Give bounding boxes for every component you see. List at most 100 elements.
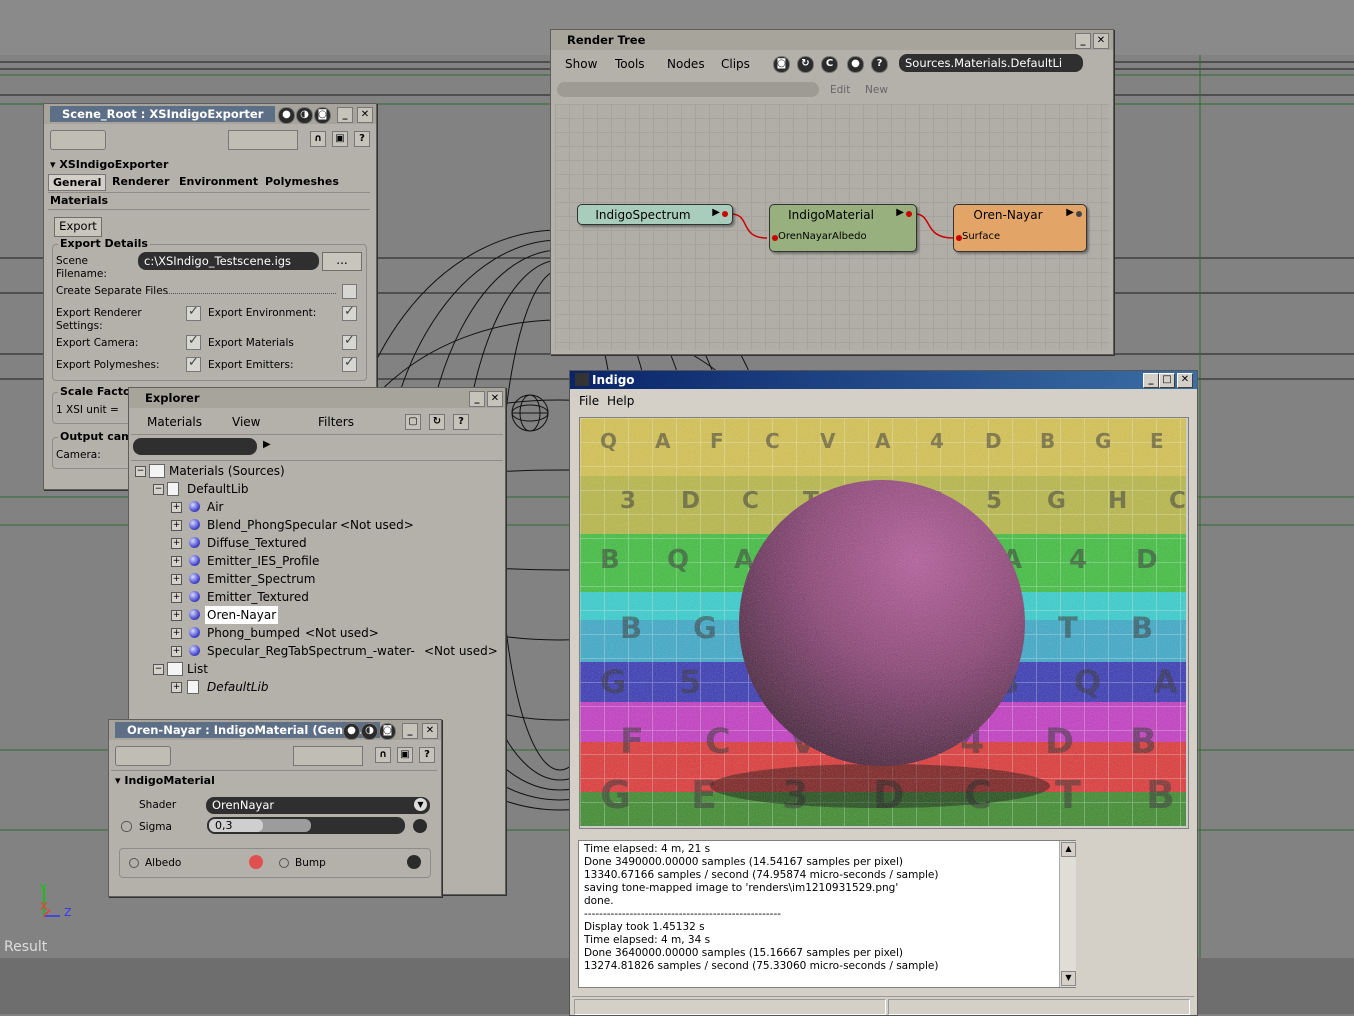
export-camera-checkbox[interactable] (186, 333, 201, 350)
render-tree-path-dropdown[interactable]: Sources.Materials.DefaultLi (899, 54, 1083, 72)
chevron-down-icon[interactable]: ▼ (414, 798, 427, 811)
lock-icon[interactable]: ◙ (314, 107, 331, 124)
scroll-up-arrow-icon[interactable]: ▲ (1061, 842, 1076, 857)
connect-icon[interactable] (407, 855, 421, 869)
output-port[interactable] (906, 211, 912, 217)
expand-icon[interactable]: + (171, 556, 182, 567)
tab-environment[interactable]: Environment (179, 175, 258, 188)
menu-file[interactable]: File (579, 394, 599, 408)
expand-icon[interactable]: + (171, 520, 182, 531)
animation-status-icon[interactable] (121, 821, 132, 832)
refresh-icon[interactable]: ↻ (797, 56, 814, 73)
menu-materials[interactable]: Materials (147, 415, 202, 429)
node-indigomaterial[interactable]: IndigoMaterial ▶ OrenNayarAlbedo (769, 204, 917, 252)
animation-status-icon[interactable] (279, 858, 289, 868)
recycle-icon[interactable]: ● (343, 723, 360, 740)
export-environment-checkbox[interactable] (342, 304, 357, 321)
browse-button[interactable]: ... (322, 252, 362, 271)
load-save-preset[interactable] (228, 130, 298, 150)
scene-filename-input[interactable]: c:\XSIndigo_Testscene.igs (138, 252, 319, 270)
menu-nodes[interactable]: Nodes (667, 57, 705, 71)
render-log-textarea[interactable]: Time elapsed: 4 m, 21 s Done 3490000.0000… (578, 840, 1076, 988)
node-graph-canvas[interactable]: IndigoSpectrum ▶ IndigoMaterial ▶ OrenNa… (555, 104, 1109, 350)
sigma-value[interactable]: 0,3 (209, 819, 263, 832)
help-icon[interactable]: ? (354, 131, 370, 147)
output-port[interactable] (1076, 211, 1082, 217)
close-button[interactable]: ✕ (357, 107, 373, 123)
collapse-icon[interactable]: − (153, 484, 164, 495)
history-nav[interactable] (50, 130, 106, 150)
expand-icon[interactable]: + (171, 502, 182, 513)
clear-icon[interactable]: C (821, 56, 838, 73)
load-save-preset[interactable] (293, 746, 363, 766)
render-icon[interactable]: ◑ (361, 723, 378, 740)
collapse-icon[interactable]: − (153, 664, 164, 675)
indigo-material-section-header[interactable]: ▾ IndigoMaterial (115, 774, 215, 787)
expand-icon[interactable]: + (171, 538, 182, 549)
menu-help[interactable]: Help (607, 394, 634, 408)
tab-renderer[interactable]: Renderer (112, 175, 169, 188)
lock-icon[interactable]: ◙ (379, 723, 396, 740)
presets-icon[interactable]: ▣ (397, 747, 413, 763)
edit-button[interactable]: Edit (830, 84, 850, 96)
scroll-down-arrow-icon[interactable]: ▼ (1061, 971, 1076, 986)
help-icon[interactable]: ? (453, 414, 469, 430)
render-icon[interactable]: ◑ (296, 107, 313, 124)
lock-icon[interactable]: ◙ (773, 56, 790, 73)
sigma-slider[interactable]: 0,3 (207, 817, 405, 834)
node-oren-nayar[interactable]: Oren-Nayar ▶ Surface (953, 204, 1087, 252)
albedo-connected-icon[interactable] (249, 855, 263, 869)
expand-icon[interactable]: + (171, 628, 182, 639)
maximize-button[interactable]: □ (1159, 373, 1175, 388)
menu-clips[interactable]: Clips (721, 57, 750, 71)
menu-tools[interactable]: Tools (615, 57, 645, 71)
minimize-button[interactable]: _ (469, 391, 485, 407)
log-scrollbar[interactable]: ▲ ▼ (1059, 841, 1076, 987)
node-search-field[interactable] (557, 82, 819, 97)
output-port[interactable] (722, 211, 728, 217)
export-materials-checkbox[interactable] (342, 333, 357, 350)
create-separate-files-checkbox[interactable] (342, 284, 357, 299)
export-emitters-checkbox[interactable] (342, 355, 357, 372)
expand-icon[interactable]: + (171, 682, 182, 693)
expand-icon[interactable]: + (171, 592, 182, 603)
presets-icon[interactable]: ▣ (332, 131, 348, 147)
help-icon[interactable]: ? (419, 747, 435, 763)
tab-general[interactable]: General (48, 174, 107, 191)
expand-icon[interactable]: + (171, 610, 182, 621)
explorer-search-input[interactable] (133, 438, 257, 455)
menu-view[interactable]: View (232, 415, 260, 429)
refresh-icon[interactable]: ↻ (429, 414, 445, 430)
export-button[interactable]: Export (54, 217, 102, 237)
expand-icon[interactable]: + (171, 646, 182, 657)
node-indigospectrum[interactable]: IndigoSpectrum ▶ (577, 204, 733, 225)
recycle-icon[interactable]: ● (278, 107, 295, 124)
export-renderer-settings-checkbox[interactable] (186, 304, 201, 321)
close-button[interactable]: ✕ (1177, 373, 1193, 388)
connect-icon[interactable] (413, 819, 427, 833)
export-polymeshes-checkbox[interactable] (186, 355, 201, 372)
history-nav[interactable] (115, 746, 171, 766)
expand-icon[interactable]: + (171, 574, 182, 585)
search-go-icon[interactable]: ▶ (263, 439, 271, 450)
animation-status-icon[interactable] (129, 858, 139, 868)
render-region-icon[interactable]: ● (847, 56, 864, 73)
xsindigo-section-header[interactable]: ▾ XSIndigoExporter (50, 158, 168, 171)
refresh-icon[interactable]: ∩ (310, 131, 326, 147)
close-button[interactable]: ✕ (487, 391, 503, 407)
minimize-button[interactable]: _ (1075, 33, 1091, 49)
help-icon[interactable]: ? (871, 56, 888, 73)
minimize-button[interactable]: _ (1143, 373, 1159, 388)
shader-dropdown[interactable]: OrenNayar (206, 797, 430, 814)
lock-icon[interactable]: ▢ (405, 414, 421, 430)
minimize-button[interactable]: _ (337, 107, 353, 123)
close-button[interactable]: ✕ (422, 723, 438, 739)
collapse-icon[interactable]: − (135, 466, 146, 477)
refresh-icon[interactable]: ∩ (375, 747, 391, 763)
minimize-button[interactable]: _ (402, 723, 418, 739)
new-button[interactable]: New (865, 84, 888, 96)
menu-show[interactable]: Show (565, 57, 597, 71)
close-button[interactable]: ✕ (1093, 33, 1109, 49)
tab-polymeshes[interactable]: Polymeshes (265, 175, 339, 188)
tab-materials[interactable]: Materials (50, 194, 108, 207)
